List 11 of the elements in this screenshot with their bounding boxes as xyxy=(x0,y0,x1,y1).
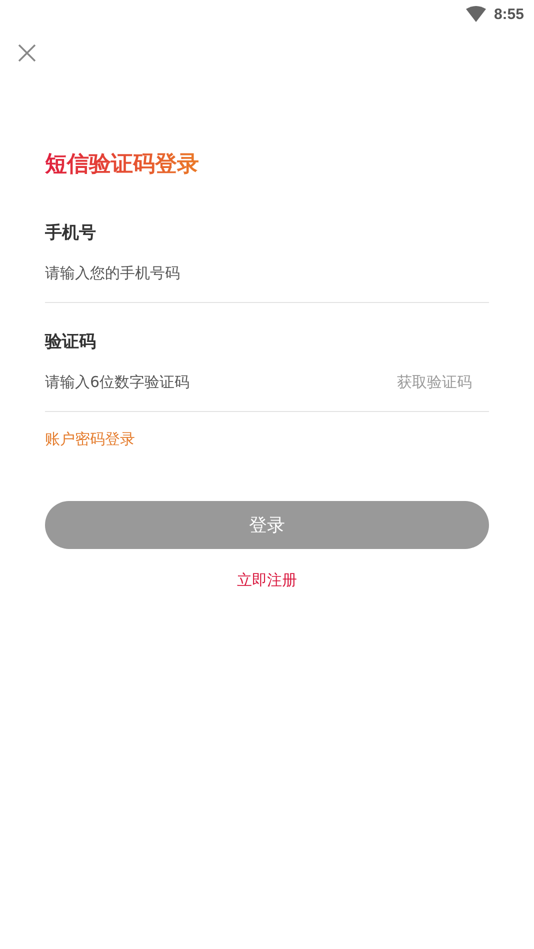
field-label: 手机号 xyxy=(45,222,97,244)
field-label: 验证码 xyxy=(45,331,97,353)
wifi-icon xyxy=(466,6,486,22)
close-button[interactable] xyxy=(17,43,37,63)
password-login-link[interactable]: 账户密码登录 xyxy=(45,430,135,449)
status-time: 8:55 xyxy=(494,6,524,22)
input-field[interactable]: 请输入6位数字验证码 xyxy=(45,373,397,391)
register-link[interactable]: 立即注册 xyxy=(237,571,297,590)
get-code-button[interactable]: 获取验证码 xyxy=(397,372,489,392)
close-icon xyxy=(17,43,37,63)
input-field[interactable]: 请输入您的手机号码 xyxy=(45,264,489,282)
